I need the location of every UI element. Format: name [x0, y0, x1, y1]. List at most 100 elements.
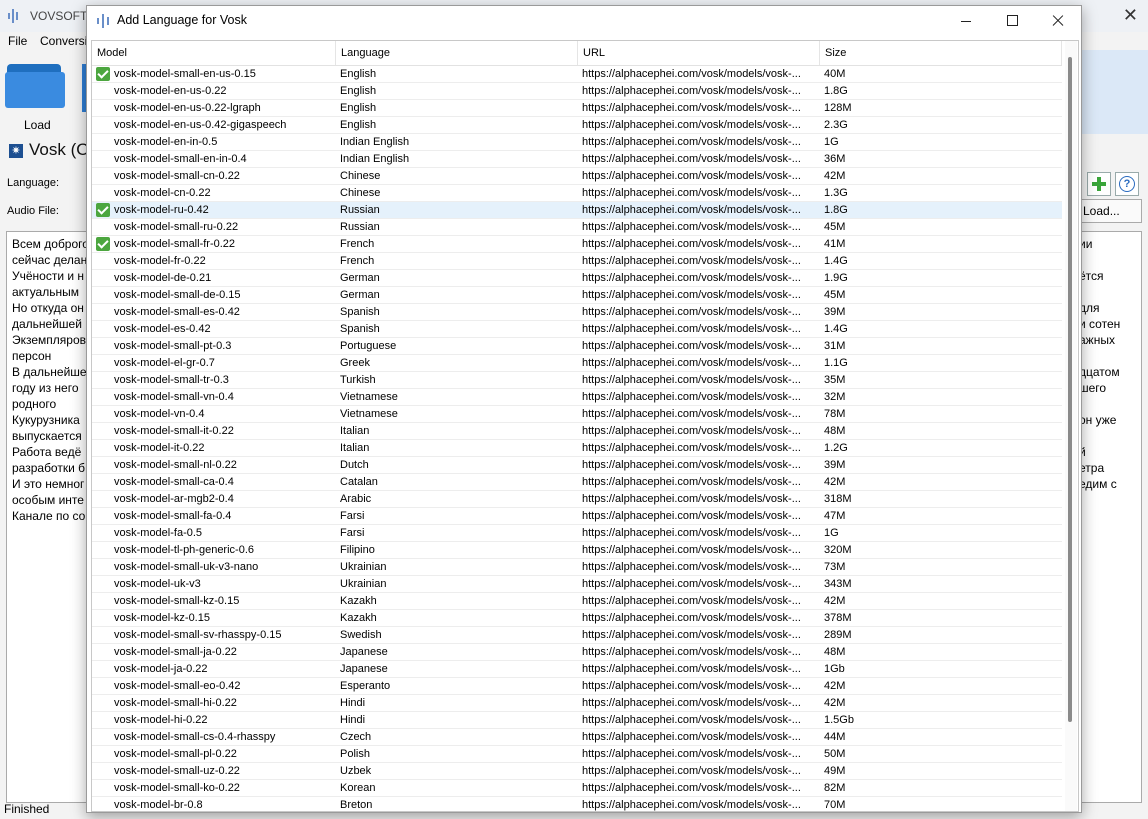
language-cell: Breton	[340, 799, 373, 811]
table-row[interactable]: vosk-model-vn-0.4 Vietnamese https://alpha…	[92, 406, 1062, 423]
url-cell: https://alphacephei.com/vosk/models/vosk…	[582, 357, 801, 369]
scrollbar-thumb[interactable]	[1068, 57, 1072, 722]
table-row[interactable]: vosk-model-small-pl-0.22 Polish https://al…	[92, 746, 1062, 763]
table-row[interactable]: vosk-model-uk-v3 Ukrainian https://alphace…	[92, 576, 1062, 593]
size-cell: 1.5Gb	[824, 714, 854, 726]
text-line: выпускается	[12, 429, 82, 443]
text-line	[1079, 508, 1120, 524]
size-cell: 128M	[824, 102, 852, 114]
language-cell: Chinese	[340, 170, 381, 182]
table-row[interactable]: vosk-model-kz-0.15 Kazakh https://alphacep…	[92, 610, 1062, 627]
table-row[interactable]: vosk-model-ja-0.22 Japanese https://alphac…	[92, 661, 1062, 678]
table-row[interactable]: vosk-model-small-es-0.42 Spanish https://a…	[92, 304, 1062, 321]
check-icon	[96, 67, 110, 81]
help-button[interactable]: ?	[1115, 172, 1139, 196]
size-cell: 1G	[824, 136, 839, 148]
table-row[interactable]: vosk-model-small-sv-rhasspy-0.15 Swedish h…	[92, 627, 1062, 644]
model-cell: vosk-model-ar-mgb2-0.4	[114, 493, 234, 505]
model-cell: vosk-model-small-uk-v3-nano	[114, 561, 259, 573]
table-row[interactable]: vosk-model-ar-mgb2-0.4 Arabic https://alph…	[92, 491, 1062, 508]
table-row[interactable]: vosk-model-it-0.22 Italian https://alphace…	[92, 440, 1062, 457]
main-close-icon[interactable]: ✕	[1123, 5, 1138, 26]
column-header-url[interactable]: URL	[578, 41, 820, 65]
text-line: ии	[1079, 237, 1093, 251]
table-row[interactable]: vosk-model-ru-0.42 Russian https://alphace…	[92, 202, 1062, 219]
minimize-button[interactable]	[943, 6, 989, 36]
column-header-model[interactable]: Model	[92, 41, 336, 65]
close-button[interactable]	[1035, 6, 1081, 36]
table-row[interactable]: vosk-model-en-us-0.42-gigaspeech English h…	[92, 117, 1062, 134]
url-cell: https://alphacephei.com/vosk/models/vosk…	[582, 68, 801, 80]
model-cell: vosk-model-small-uz-0.22	[114, 765, 240, 777]
table-row[interactable]: vosk-model-small-ko-0.22 Korean https://al…	[92, 780, 1062, 797]
table-row[interactable]: vosk-model-small-tr-0.3 Turkish https://al…	[92, 372, 1062, 389]
language-cell: English	[340, 68, 377, 80]
table-row[interactable]: vosk-model-tl-ph-generic-0.6 Filipino http…	[92, 542, 1062, 559]
language-cell: Kazakh	[340, 612, 377, 624]
size-cell: 1.4G	[824, 255, 848, 267]
model-cell: vosk-model-en-us-0.22-lgraph	[114, 102, 261, 114]
language-cell: Farsi	[340, 527, 365, 539]
text-line: ётся	[1079, 269, 1104, 283]
menu-file[interactable]: File	[8, 34, 27, 48]
model-cell: vosk-model-small-fa-0.4	[114, 510, 232, 522]
table-row[interactable]: vosk-model-small-vn-0.4 Vietnamese https:/…	[92, 389, 1062, 406]
table-row[interactable]: vosk-model-cn-0.22 Chinese https://alphace…	[92, 185, 1062, 202]
table-row[interactable]: vosk-model-small-uz-0.22 Uzbek https://alp…	[92, 763, 1062, 780]
table-row[interactable]: vosk-model-small-de-0.15 German https://al…	[92, 287, 1062, 304]
model-cell: vosk-model-small-ja-0.22	[114, 646, 237, 658]
table-row[interactable]: vosk-model-en-us-0.22 English https://alph…	[92, 83, 1062, 100]
maximize-button[interactable]	[989, 6, 1035, 36]
url-cell: https://alphacephei.com/vosk/models/vosk…	[582, 119, 801, 131]
table-row[interactable]: vosk-model-small-nl-0.22 Dutch https://alp…	[92, 457, 1062, 474]
table-row[interactable]: vosk-model-small-it-0.22 Italian https://a…	[92, 423, 1062, 440]
url-cell: https://alphacephei.com/vosk/models/vosk…	[582, 765, 801, 777]
add-language-button[interactable]	[1087, 172, 1111, 196]
table-row[interactable]: vosk-model-el-gr-0.7 Greek https://alphace…	[92, 355, 1062, 372]
dialog-title: Add Language for Vosk	[117, 13, 247, 27]
table-row[interactable]: vosk-model-en-in-0.5 Indian English https:…	[92, 134, 1062, 151]
text-line: И это немног	[12, 477, 85, 491]
transcription-text-left: Всем доброго сейчас делан Учёности и н акту…	[12, 236, 89, 524]
table-row[interactable]: vosk-model-small-fr-0.22 French https://al…	[92, 236, 1062, 253]
model-cell: vosk-model-small-hi-0.22	[114, 697, 237, 709]
table-row[interactable]: vosk-model-small-eo-0.42 Esperanto https:/…	[92, 678, 1062, 695]
language-cell: Uzbek	[340, 765, 372, 777]
language-cell: Spanish	[340, 306, 380, 318]
size-cell: 31M	[824, 340, 846, 352]
table-row[interactable]: vosk-model-en-us-0.22-lgraph English https…	[92, 100, 1062, 117]
url-cell: https://alphacephei.com/vosk/models/vosk…	[582, 646, 801, 658]
model-cell: vosk-model-fr-0.22	[114, 255, 206, 267]
table-row[interactable]: vosk-model-small-en-us-0.15 English https:…	[92, 66, 1062, 83]
column-header-language[interactable]: Language	[336, 41, 578, 65]
table-row[interactable]: vosk-model-small-ca-0.4 Catalan https://al…	[92, 474, 1062, 491]
table-row[interactable]: vosk-model-small-hi-0.22 Hindi https://alp…	[92, 695, 1062, 712]
audio-file-label: Audio File:	[7, 205, 59, 217]
table-row[interactable]: vosk-model-small-cn-0.22 Chinese https://a…	[92, 168, 1062, 185]
url-cell: https://alphacephei.com/vosk/models/vosk…	[582, 374, 801, 386]
load-file-button[interactable]: Load...	[1078, 199, 1142, 223]
table-row[interactable]: vosk-model-fa-0.5 Farsi https://alphacephe…	[92, 525, 1062, 542]
menu-conversion[interactable]: Conversi	[40, 34, 87, 48]
model-list[interactable]: Model Language URL Size vosk-model-small…	[91, 40, 1079, 812]
table-row[interactable]: vosk-model-small-cs-0.4-rhasspy Czech http…	[92, 729, 1062, 746]
table-row[interactable]: vosk-model-small-ja-0.22 Japanese https://…	[92, 644, 1062, 661]
table-row[interactable]: vosk-model-de-0.21 German https://alphacep…	[92, 270, 1062, 287]
table-row[interactable]: vosk-model-small-en-in-0.4 Indian English…	[92, 151, 1062, 168]
vertical-scrollbar[interactable]	[1065, 41, 1077, 811]
table-row[interactable]: vosk-model-small-pt-0.3 Portuguese https:/…	[92, 338, 1062, 355]
model-cell: vosk-model-small-kz-0.15	[114, 595, 240, 607]
text-line: особым инте	[12, 493, 84, 507]
table-row[interactable]: vosk-model-fr-0.22 French https://alphacep…	[92, 253, 1062, 270]
size-cell: 1.1G	[824, 357, 848, 369]
table-row[interactable]: vosk-model-br-0.8 Breton https://alphaceph…	[92, 797, 1062, 811]
table-row[interactable]: vosk-model-small-kz-0.15 Kazakh https://al…	[92, 593, 1062, 610]
load-button[interactable]: Load	[2, 58, 68, 132]
table-row[interactable]: vosk-model-small-ru-0.22 Russian https://a…	[92, 219, 1062, 236]
table-row[interactable]: vosk-model-hi-0.22 Hindi https://alphaceph…	[92, 712, 1062, 729]
table-row[interactable]: vosk-model-es-0.42 Spanish https://alphace…	[92, 321, 1062, 338]
model-cell: vosk-model-ru-0.42	[114, 204, 209, 216]
table-row[interactable]: vosk-model-small-fa-0.4 Farsi https://alph…	[92, 508, 1062, 525]
column-header-size[interactable]: Size	[820, 41, 1062, 65]
table-row[interactable]: vosk-model-small-uk-v3-nano Ukrainian http…	[92, 559, 1062, 576]
